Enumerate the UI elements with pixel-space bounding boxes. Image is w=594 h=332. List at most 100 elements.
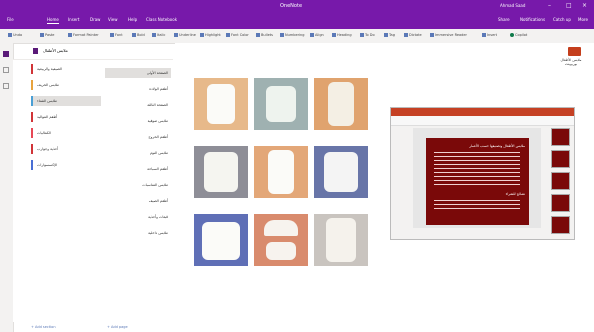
section-item[interactable]: ملابس الخريف (31, 80, 101, 90)
font-button[interactable]: Font (110, 33, 123, 37)
clothing-photo[interactable] (194, 78, 248, 130)
page-item[interactable]: قبعات وأحذية (105, 212, 171, 222)
notebook-name[interactable]: ملابس الأطفال (43, 48, 68, 53)
page-label: الصفحة الأولى (146, 71, 168, 75)
section-label: ملابس الخريف (37, 83, 59, 87)
page-item[interactable]: أطقم الصيف (105, 196, 171, 206)
slide-thumbnail[interactable] (551, 216, 570, 234)
paste-button[interactable]: Paste (40, 33, 54, 37)
tag-button[interactable]: Tag (384, 33, 395, 37)
clothing-photo[interactable] (314, 78, 368, 130)
slide-ribbon (391, 116, 574, 126)
slide-text-line (434, 176, 520, 177)
copilot-button[interactable]: Copilot (510, 33, 527, 37)
section-item-selected[interactable]: ملابس الشتاء (31, 96, 101, 106)
slide-text-line (434, 180, 520, 181)
slide-thumbnail[interactable] (551, 150, 570, 168)
page-label: أطقم الخروج (148, 135, 168, 139)
font-color-button[interactable]: Font Color (226, 33, 249, 37)
section-item[interactable]: الإكسسوارات (31, 160, 101, 170)
align-icon (310, 33, 314, 37)
bold-button[interactable]: Bold (132, 33, 145, 37)
slide-text-line (434, 160, 520, 161)
section-item[interactable]: الصيفية والربيعية (31, 64, 101, 74)
pages-list: الصفحة الأولى أطقم الولادة الصفحة الثالث… (101, 60, 173, 322)
close-button[interactable]: × (582, 2, 587, 9)
bold-icon (132, 33, 136, 37)
share-button[interactable]: Share (498, 17, 510, 22)
powerpoint-file-icon[interactable] (568, 47, 581, 56)
clothing-photo[interactable] (254, 78, 308, 130)
sections-list: الصيفية والربيعية ملابس الخريف ملابس الش… (13, 60, 101, 322)
italic-button[interactable]: Italic (152, 33, 165, 37)
clothing-photo[interactable] (194, 214, 248, 266)
undo-button[interactable]: Undo (8, 33, 22, 37)
page-item[interactable]: أطقم الخروج (105, 132, 171, 142)
minimize-button[interactable]: – (548, 2, 551, 9)
align-button[interactable]: Align (310, 33, 324, 37)
slide-thumbnail[interactable] (551, 128, 570, 146)
left-rail (0, 43, 14, 332)
clothing-photo[interactable] (314, 214, 368, 266)
menu-bar: File Home Insert Draw View Help Class No… (0, 12, 594, 29)
add-page-button[interactable]: + Add page (107, 325, 128, 329)
attachment-label[interactable]: ملابس الأطفال بوربوينت (556, 58, 586, 66)
hooded-set-shape (204, 152, 238, 192)
clothing-photo[interactable] (254, 214, 308, 266)
maximize-button[interactable]: □ (566, 2, 572, 9)
tab-help[interactable]: Help (128, 17, 137, 22)
clothing-photo[interactable] (314, 146, 368, 198)
tab-draw[interactable]: Draw (90, 17, 100, 22)
tab-insert[interactable]: Insert (68, 17, 79, 22)
section-item[interactable]: أطقم المواليد (31, 112, 101, 122)
highlight-button[interactable]: Highlight (200, 33, 221, 37)
page-item[interactable]: ملابس صوفية (105, 116, 171, 126)
todo-button[interactable]: To Do (360, 33, 375, 37)
numbering-button[interactable]: Numbering (280, 33, 304, 37)
page-label: ملابس المناسبات (142, 183, 168, 187)
section-item[interactable]: الكماليات (31, 128, 101, 138)
heading-button[interactable]: Heading (332, 33, 352, 37)
page-item[interactable]: ملابس النوم (105, 148, 171, 158)
catch-up-button[interactable]: Catch up (553, 17, 571, 22)
paste-icon (40, 33, 44, 37)
clothing-photo[interactable] (254, 146, 308, 198)
more-button[interactable]: More (578, 17, 588, 22)
page-item[interactable]: ملابس داخلية (105, 228, 171, 238)
tab-class-notebook[interactable]: Class Notebook (146, 17, 177, 22)
page-item[interactable]: الصفحة الثالثة (105, 100, 171, 110)
search-icon[interactable] (3, 67, 9, 73)
font-icon (110, 33, 114, 37)
page-item[interactable]: أطقم الولادة (105, 84, 171, 94)
section-item[interactable]: أحذية وجوارب (31, 144, 101, 154)
page-item[interactable]: أطقم السباحة (105, 164, 171, 174)
tab-view[interactable]: View (108, 17, 118, 22)
page-item-selected[interactable]: الصفحة الأولى (105, 68, 171, 78)
add-section-button[interactable]: + Add section (31, 325, 56, 329)
section-label: الإكسسوارات (37, 163, 58, 167)
notebook-header[interactable]: ملابس الأطفال (13, 43, 173, 60)
underline-button[interactable]: Underline (174, 33, 196, 37)
page-item[interactable]: ملابس المناسبات (105, 180, 171, 190)
slide-thumbnail[interactable] (551, 194, 570, 212)
dictate-button[interactable]: Dictate (404, 33, 422, 37)
section-color-bar (31, 144, 33, 154)
section-color-bar (31, 128, 33, 138)
notifications-button[interactable]: Notifications (520, 17, 545, 22)
tab-file[interactable]: File (7, 17, 14, 22)
undo-icon (8, 33, 12, 37)
immersive-reader-button[interactable]: Immersive Reader (430, 33, 467, 37)
bullets-button[interactable]: Bullets (256, 33, 273, 37)
cardigan-shape (266, 86, 296, 122)
embedded-slide-preview[interactable]: ملابس الأطفال وتصنيفها حسب الأعمار نصائح… (390, 107, 575, 240)
recent-icon[interactable] (3, 83, 9, 89)
slide-thumbnail[interactable] (551, 172, 570, 190)
notebooks-icon[interactable] (3, 51, 9, 57)
format-painter-button[interactable]: Format Painter (68, 33, 99, 37)
tab-home[interactable]: Home (47, 17, 59, 24)
page-label: ملابس صوفية (147, 119, 168, 123)
user-name[interactable]: Ahmad Saad (500, 3, 525, 8)
slide-text-line (434, 168, 520, 169)
clothing-photo[interactable] (194, 146, 248, 198)
insert-button[interactable]: Insert (482, 33, 497, 37)
